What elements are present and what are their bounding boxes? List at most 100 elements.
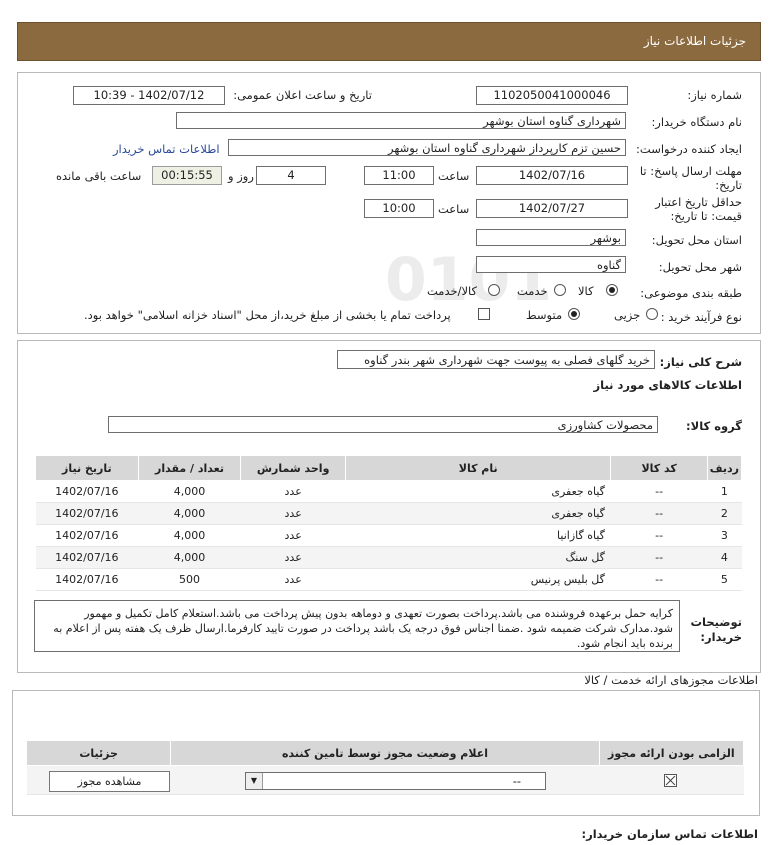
cell-code: -- bbox=[610, 524, 708, 547]
need-number-label: شماره نیاز: bbox=[687, 88, 742, 102]
category-option-service: خدمت bbox=[517, 284, 548, 298]
cell-row: 1 bbox=[707, 480, 742, 503]
deadline-time-field: 11:00 bbox=[364, 166, 434, 185]
goods-section-title: اطلاعات کالاهای مورد نیاز bbox=[593, 378, 742, 392]
table-row: 1 -- گیاه جعفری عدد 4,000 1402/07/16 bbox=[35, 480, 742, 503]
cell-date: 1402/07/16 bbox=[35, 480, 139, 503]
col-permit-status: اعلام وضعیت مجوز توسط تامین کننده bbox=[170, 740, 600, 766]
deadline-label-1: مهلت ارسال پاسخ: تا bbox=[639, 164, 742, 178]
need-number-field: 1102050041000046 bbox=[476, 86, 628, 105]
cell-name: گیاه جعفری bbox=[345, 502, 611, 525]
col-permit-details: جزئیات bbox=[25, 740, 172, 766]
buyer-org-contact-title: اطلاعات تماس سازمان خریدار: bbox=[581, 827, 758, 841]
purchase-option-medium: متوسط bbox=[526, 308, 563, 322]
announce-field: 1402/07/12 - 10:39 bbox=[73, 86, 225, 105]
table-row: 2 -- گیاه جعفری عدد 4,000 1402/07/16 bbox=[35, 502, 742, 525]
cell-code: -- bbox=[610, 568, 708, 591]
days-label: روز و bbox=[228, 169, 254, 183]
cell-name: گیاه جعفری bbox=[345, 480, 611, 503]
province-field: بوشهر bbox=[476, 229, 626, 246]
purchase-radio-minor[interactable] bbox=[646, 308, 658, 320]
page-header: جزئیات اطلاعات نیاز bbox=[17, 22, 761, 61]
city-field: گناوه bbox=[476, 256, 626, 273]
summary-field: خرید گلهای فصلی به پیوست جهت شهرداری شهر… bbox=[337, 350, 655, 369]
cell-unit: عدد bbox=[240, 546, 346, 569]
cell-qty: 4,000 bbox=[138, 546, 241, 569]
cell-row: 3 bbox=[707, 524, 742, 547]
view-permit-button[interactable]: مشاهده مجوز bbox=[49, 771, 170, 792]
cell-unit: عدد bbox=[240, 524, 346, 547]
buyer-field: شهرداری گناوه استان بوشهر bbox=[176, 112, 626, 129]
col-name: نام کالا bbox=[344, 455, 612, 481]
cell-qty: 4,000 bbox=[138, 524, 241, 547]
category-radio-service[interactable] bbox=[554, 284, 566, 296]
category-option-goods-service: کالا/خدمت bbox=[427, 284, 478, 298]
permits-table-header: الزامی بودن ارائه مجوز اعلام وضعیت مجوز … bbox=[25, 740, 745, 766]
col-code: کد کالا bbox=[610, 455, 708, 481]
col-date: تاریخ نیاز bbox=[35, 455, 139, 481]
category-label: طبقه بندی موضوعی: bbox=[640, 286, 742, 300]
creator-field: حسین تزم کارپرداز شهرداری گناوه استان بو… bbox=[228, 139, 626, 156]
cell-unit: عدد bbox=[240, 480, 346, 503]
cell-qty: 4,000 bbox=[138, 480, 241, 503]
treasury-checkbox[interactable] bbox=[478, 308, 490, 320]
cell-code: -- bbox=[610, 480, 708, 503]
purchase-option-minor: جزیی bbox=[614, 308, 641, 322]
cell-name: گل بلیس پرنیس bbox=[345, 568, 611, 591]
category-radio-goods[interactable] bbox=[606, 284, 618, 296]
deadline-time-label: ساعت bbox=[438, 169, 470, 183]
close-icon bbox=[665, 775, 676, 786]
permit-required-checkbox bbox=[664, 774, 677, 787]
city-label: شهر محل تحویل: bbox=[658, 260, 742, 274]
purchase-type-label: نوع فرآیند خرید : bbox=[660, 310, 742, 324]
validity-time-field: 10:00 bbox=[364, 199, 434, 218]
validity-label-2: قیمت: تا تاریخ: bbox=[670, 209, 742, 223]
col-unit: واحد شمارش bbox=[240, 455, 346, 481]
purchase-radio-medium[interactable] bbox=[568, 308, 580, 320]
announce-label: تاریخ و ساعت اعلان عمومی: bbox=[233, 88, 372, 102]
cell-unit: عدد bbox=[240, 568, 346, 591]
goods-table: ردیف کد کالا نام کالا واحد شمارش تعداد /… bbox=[35, 455, 743, 591]
goods-table-header: ردیف کد کالا نام کالا واحد شمارش تعداد /… bbox=[35, 455, 743, 481]
creator-label: ایجاد کننده درخواست: bbox=[636, 142, 742, 156]
remaining-time-field: 00:15:55 bbox=[152, 166, 222, 185]
category-option-goods: کالا bbox=[578, 284, 594, 298]
notes-box: کرایه حمل برعهده فروشنده می باشد.پرداخت … bbox=[34, 600, 680, 652]
cell-row: 5 bbox=[707, 568, 742, 591]
cell-unit: عدد bbox=[240, 502, 346, 525]
permit-status-select[interactable]: -- ▼ bbox=[245, 772, 546, 790]
deadline-label-2: تاریخ: bbox=[715, 178, 742, 192]
cell-name: گیاه گازانیا bbox=[345, 524, 611, 547]
cell-date: 1402/07/16 bbox=[35, 568, 139, 591]
days-field: 4 bbox=[256, 166, 326, 185]
permits-title: اطلاعات مجوزهای ارائه خدمت / کالا bbox=[584, 673, 758, 687]
table-row: 5 -- گل بلیس پرنیس عدد 500 1402/07/16 bbox=[35, 568, 742, 591]
cell-row: 2 bbox=[707, 502, 742, 525]
category-radio-goods-service[interactable] bbox=[488, 284, 500, 296]
notes-label-2: خریدار: bbox=[700, 630, 742, 644]
col-row: ردیف bbox=[706, 455, 743, 481]
treasury-note: پرداخت تمام یا بخشی از مبلغ خرید،از محل … bbox=[84, 308, 451, 322]
buyer-contact-link[interactable]: اطلاعات تماس خریدار bbox=[113, 142, 220, 156]
chevron-down-icon[interactable]: ▼ bbox=[246, 773, 263, 789]
cell-code: -- bbox=[610, 502, 708, 525]
notes-label-1: توضیحات bbox=[690, 615, 743, 629]
cell-qty: 500 bbox=[138, 568, 241, 591]
permit-status-value: -- bbox=[512, 774, 521, 788]
remaining-label: ساعت باقی مانده bbox=[56, 169, 142, 183]
deadline-date-field: 1402/07/16 bbox=[476, 166, 628, 185]
cell-row: 4 bbox=[707, 546, 742, 569]
validity-date-field: 1402/07/27 bbox=[476, 199, 628, 218]
summary-label: شرح کلی نیاز: bbox=[659, 355, 742, 369]
cell-qty: 4,000 bbox=[138, 502, 241, 525]
cell-date: 1402/07/16 bbox=[35, 546, 139, 569]
cell-name: گل سنگ bbox=[345, 546, 611, 569]
cell-date: 1402/07/16 bbox=[35, 524, 139, 547]
province-label: استان محل تحویل: bbox=[651, 233, 742, 247]
cell-code: -- bbox=[610, 546, 708, 569]
page-title: جزئیات اطلاعات نیاز bbox=[643, 34, 746, 48]
goods-group-field: محصولات کشاورزی bbox=[108, 416, 658, 433]
col-permit-required: الزامی بودن ارائه مجوز bbox=[598, 740, 745, 766]
table-row: 3 -- گیاه گازانیا عدد 4,000 1402/07/16 bbox=[35, 524, 742, 547]
validity-time-label: ساعت bbox=[438, 202, 470, 216]
